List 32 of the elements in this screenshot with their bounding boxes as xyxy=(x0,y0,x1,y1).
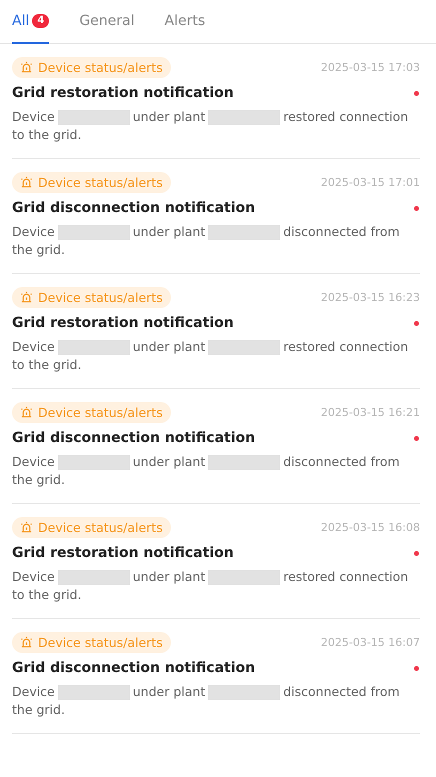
tag-label: Device status/alerts xyxy=(38,405,163,420)
notification-time: 2025-03-15 17:03 xyxy=(320,61,420,74)
alarm-light-icon xyxy=(20,521,33,534)
tag-label: Device status/alerts xyxy=(38,635,163,650)
tab[interactable]: All 4 xyxy=(12,0,50,44)
notification-title[interactable]: Grid disconnection notification xyxy=(12,200,256,216)
notification-message: Device under plant restored connection to the grid. xyxy=(12,338,410,374)
notification-time: 2025-03-15 16:08 xyxy=(320,521,420,534)
notification-time: 2025-03-15 17:01 xyxy=(320,176,420,189)
tag-label: Device status/alerts xyxy=(38,60,163,75)
tag-label: Device status/alerts xyxy=(38,290,163,305)
tag-label: Device status/alerts xyxy=(38,520,163,535)
count-badge: 4 xyxy=(32,14,50,28)
notification-title[interactable]: Grid disconnection notification xyxy=(12,660,256,676)
notification-message: Device under plant restored connection to the grid. xyxy=(12,568,410,604)
notification-title[interactable]: Grid restoration notification xyxy=(12,545,234,561)
alarm-light-icon xyxy=(20,406,33,419)
alarm-light-icon xyxy=(20,61,33,74)
notification-time: 2025-03-15 16:23 xyxy=(320,291,420,304)
alarm-light-icon xyxy=(20,176,33,189)
notification-title[interactable]: Grid disconnection notification xyxy=(12,430,256,446)
alarm-light-icon xyxy=(20,291,33,304)
alarm-light-icon xyxy=(20,636,33,649)
notification-time: 2025-03-15 16:21 xyxy=(320,406,420,419)
notification-message: Device under plant disconnected from the grid. xyxy=(12,683,401,719)
notification-time: 2025-03-15 16:07 xyxy=(320,636,420,649)
notification-message: Device under plant disconnected from the grid. xyxy=(12,223,401,259)
notification-message: Device under plant restored connection to the grid. xyxy=(12,108,410,144)
notification-title[interactable]: Grid restoration notification xyxy=(12,85,234,101)
tag-label: Device status/alerts xyxy=(38,175,163,190)
notification-title[interactable]: Grid restoration notification xyxy=(12,315,234,331)
notification-message: Device under plant disconnected from the grid. xyxy=(12,453,401,489)
